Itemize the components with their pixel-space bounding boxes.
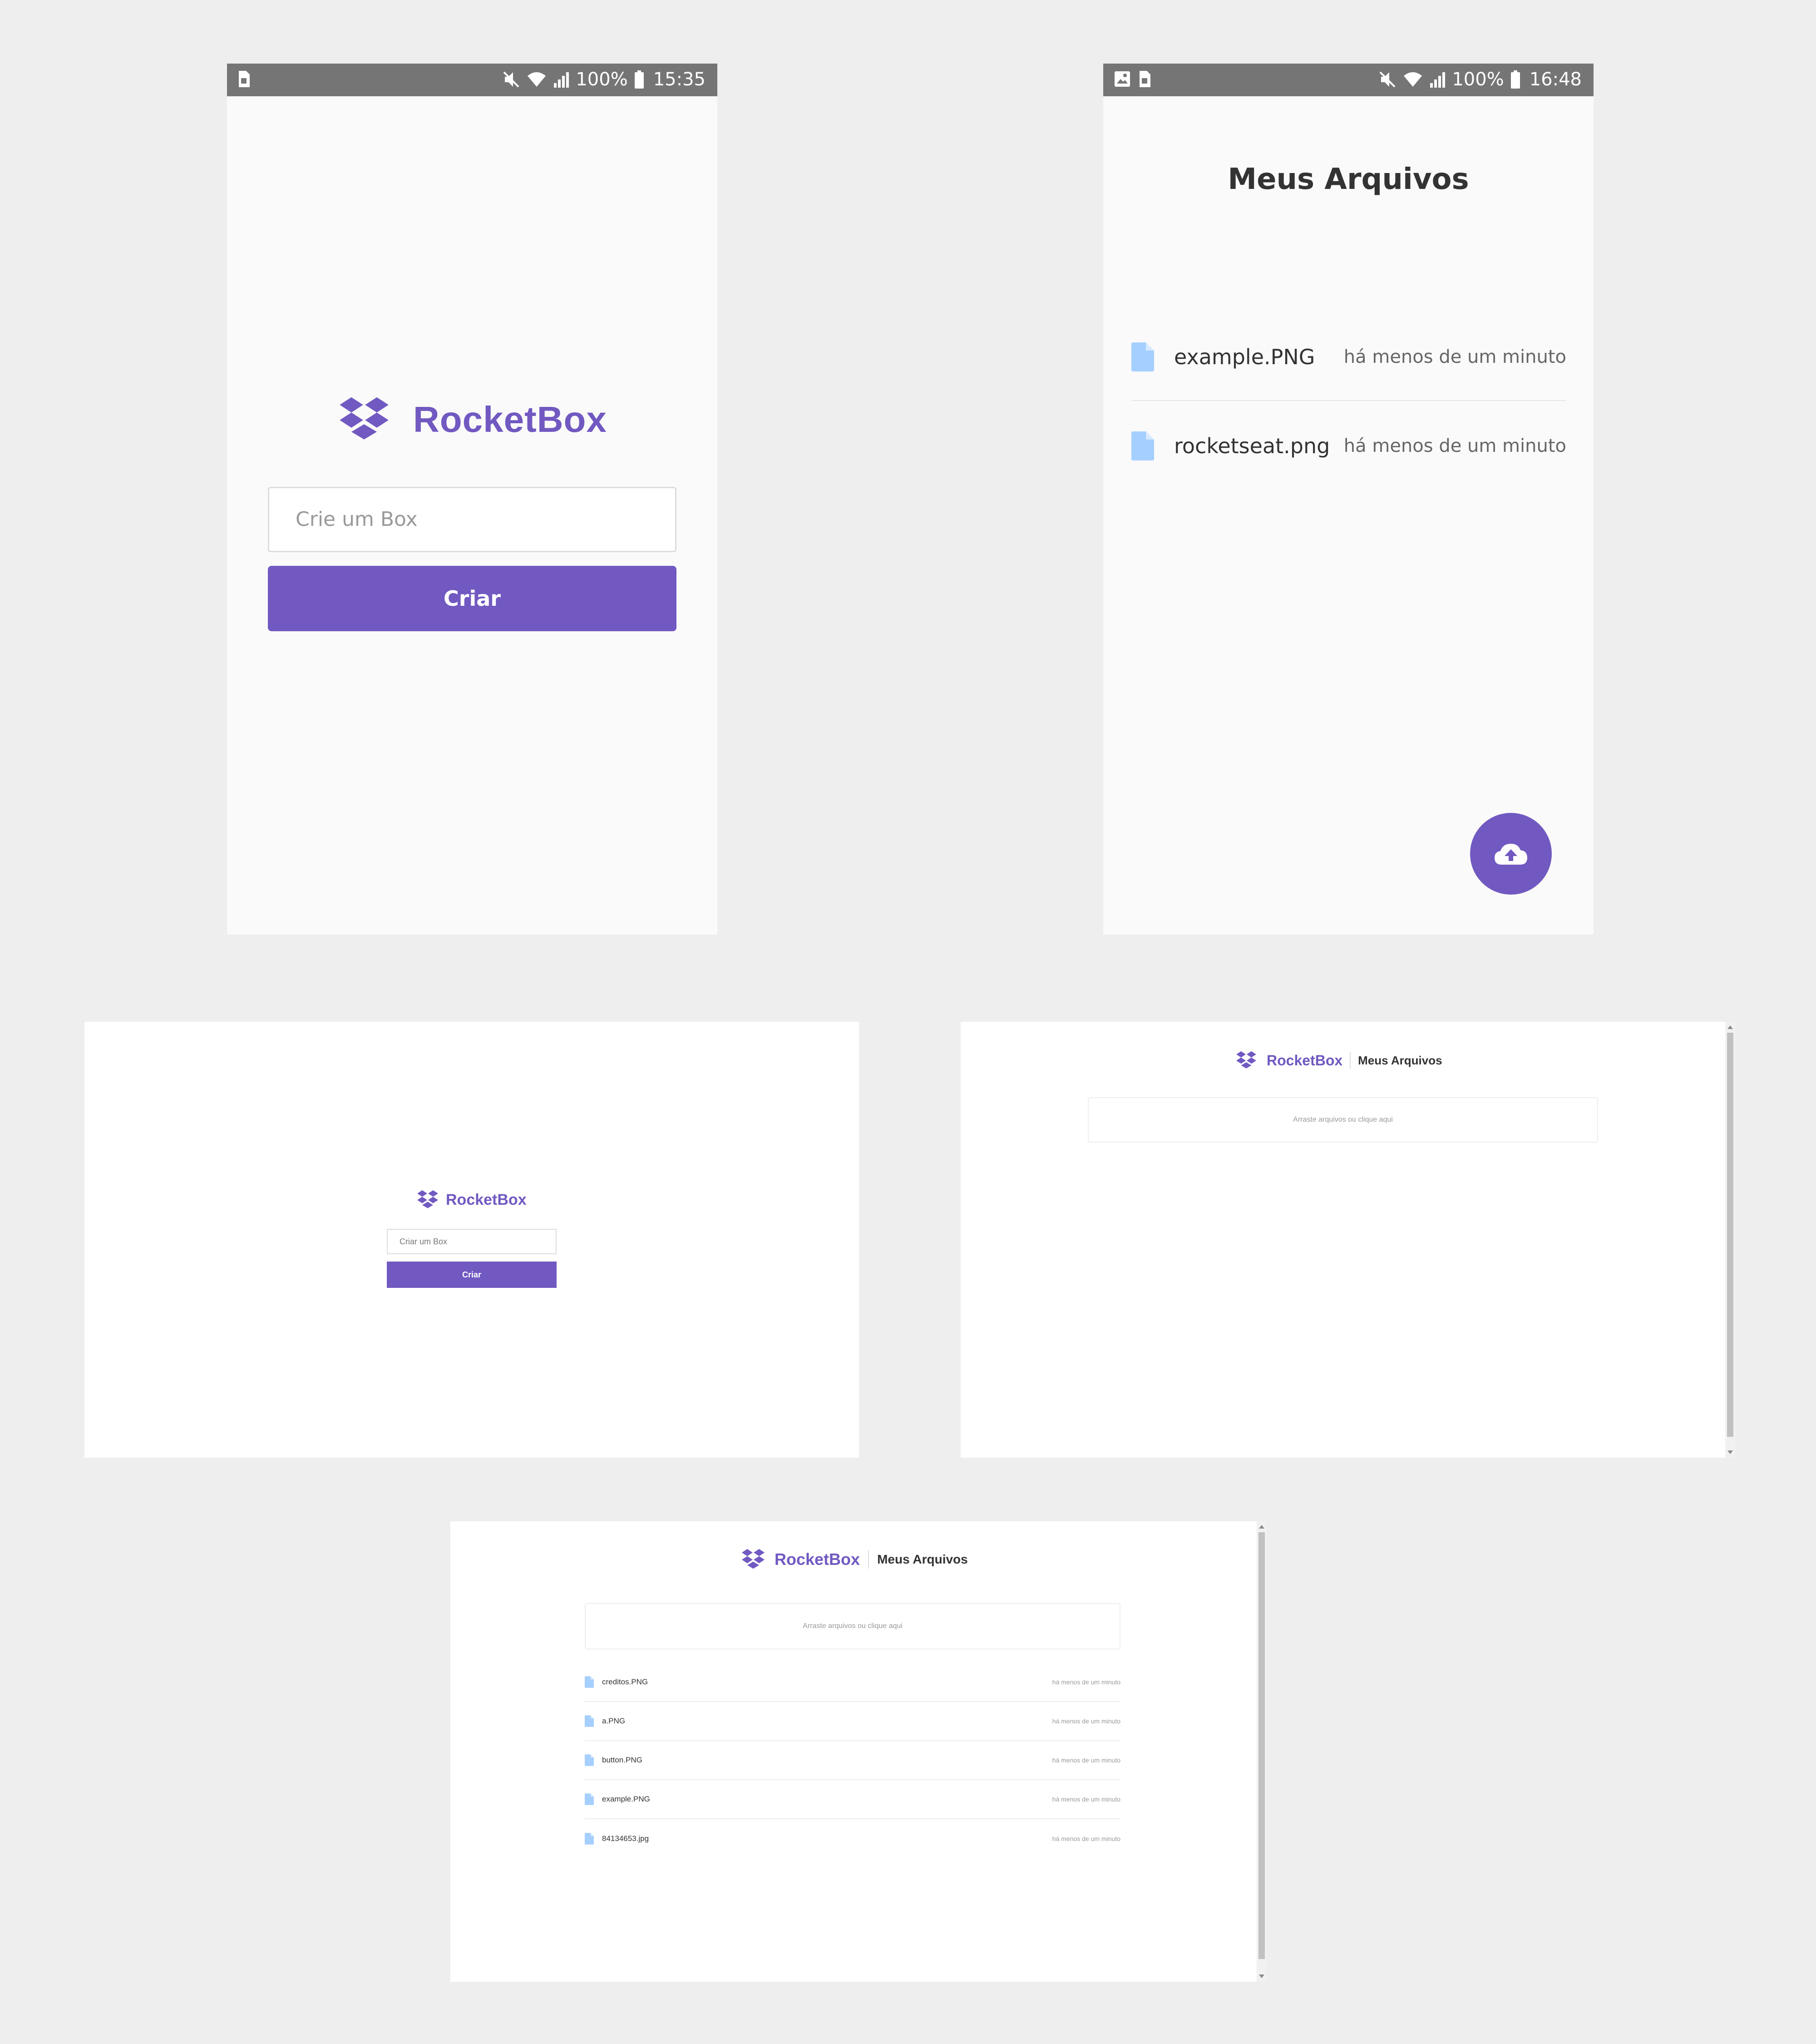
file-icon bbox=[585, 1715, 594, 1727]
wifi-icon bbox=[1404, 72, 1422, 87]
file-date: há menos de um minuto bbox=[1052, 1796, 1120, 1803]
file-name: creditos.PNG bbox=[602, 1678, 648, 1686]
status-bar: 100% 16:48 bbox=[1103, 64, 1594, 96]
file-icon bbox=[585, 1676, 594, 1688]
list-item[interactable]: 84134653.jpg há menos de um minuto bbox=[585, 1819, 1120, 1858]
status-bar: 100% 15:35 bbox=[227, 64, 717, 96]
mute-icon bbox=[1379, 71, 1396, 88]
file-icon bbox=[585, 1833, 594, 1845]
clock: 16:48 bbox=[1529, 69, 1582, 90]
file-icon bbox=[585, 1754, 594, 1766]
upload-dropzone[interactable]: Arraste arquivos ou clique aqui bbox=[585, 1603, 1120, 1649]
file-date: há menos de um minuto bbox=[1052, 1757, 1120, 1764]
list-item[interactable]: a.PNG há menos de um minuto bbox=[585, 1702, 1120, 1741]
mobile-login-screen: 100% 15:35 RocketBox Crie um Box Criar bbox=[227, 64, 717, 935]
dropbox-logo-icon bbox=[340, 397, 389, 440]
file-date: há menos de um minuto bbox=[1052, 1835, 1120, 1842]
dropzone-text: Arraste arquivos ou clique aqui bbox=[803, 1622, 903, 1630]
divider bbox=[1131, 400, 1566, 401]
file-name: example.PNG bbox=[602, 1795, 650, 1803]
file-date: há menos de um minuto bbox=[1343, 436, 1566, 456]
brand-logo: RocketBox bbox=[339, 396, 607, 443]
list-item[interactable]: rocketseat.png há menos de um minuto bbox=[1131, 430, 1566, 462]
brand-name: RocketBox bbox=[1267, 1052, 1343, 1069]
file-icon bbox=[1131, 431, 1154, 460]
page-title: Meus Arquivos bbox=[877, 1552, 968, 1566]
header: RocketBox Meus Arquivos bbox=[1236, 1051, 1442, 1070]
file-date: há menos de um minuto bbox=[1052, 1678, 1120, 1686]
sim-card-icon bbox=[1140, 71, 1150, 87]
scroll-down-arrow[interactable] bbox=[1727, 1450, 1733, 1454]
list-item[interactable]: creditos.PNG há menos de um minuto bbox=[585, 1663, 1120, 1702]
battery-percent: 100% bbox=[576, 69, 628, 90]
scroll-up-arrow[interactable] bbox=[1259, 1525, 1264, 1529]
scroll-down-arrow[interactable] bbox=[1259, 1975, 1264, 1978]
page-title: Meus Arquivos bbox=[1228, 163, 1469, 196]
dropzone-text: Arraste arquivos ou clique aqui bbox=[1293, 1116, 1393, 1123]
sim-card-icon bbox=[239, 71, 250, 87]
file-icon bbox=[585, 1793, 594, 1805]
file-name: button.PNG bbox=[602, 1756, 642, 1764]
dropbox-logo-icon bbox=[417, 1190, 438, 1208]
list-item[interactable]: example.PNG há menos de um minuto bbox=[585, 1780, 1120, 1819]
create-button[interactable]: Criar bbox=[268, 566, 676, 631]
header-separator bbox=[1350, 1052, 1351, 1069]
battery-icon bbox=[634, 70, 644, 89]
header: RocketBox Meus Arquivos bbox=[741, 1549, 968, 1570]
box-name-input[interactable]: Crie um Box bbox=[268, 487, 676, 552]
web-login-screen: RocketBox Criar um Box Criar bbox=[84, 1022, 859, 1458]
file-date: há menos de um minuto bbox=[1052, 1717, 1120, 1725]
scroll-up-arrow[interactable] bbox=[1727, 1025, 1733, 1029]
upload-dropzone[interactable]: Arraste arquivos ou clique aqui bbox=[1088, 1097, 1598, 1143]
page-title: Meus Arquivos bbox=[1358, 1053, 1442, 1067]
header-separator bbox=[868, 1550, 869, 1569]
file-name: rocketseat.png bbox=[1174, 434, 1330, 458]
file-icon bbox=[1131, 342, 1154, 371]
battery-percent: 100% bbox=[1452, 69, 1504, 90]
signal-icon bbox=[554, 72, 569, 88]
image-notification-icon bbox=[1115, 71, 1130, 87]
file-name: example.PNG bbox=[1174, 345, 1315, 369]
scrollbar-thumb[interactable] bbox=[1258, 1532, 1265, 1959]
wifi-icon bbox=[528, 72, 546, 87]
web-box-files-screen: RocketBox Meus Arquivos Arraste arquivos… bbox=[450, 1521, 1267, 1982]
list-item[interactable]: example.PNG há menos de um minuto bbox=[1131, 341, 1566, 373]
mobile-box-screen: 100% 16:48 Meus Arquivos example.PNG há … bbox=[1103, 64, 1594, 935]
brand-name: RocketBox bbox=[446, 1191, 527, 1208]
box-name-input[interactable]: Criar um Box bbox=[387, 1229, 557, 1254]
web-box-empty-screen: RocketBox Meus Arquivos Arraste arquivos… bbox=[961, 1022, 1735, 1458]
create-button[interactable]: Criar bbox=[387, 1262, 557, 1288]
mute-icon bbox=[503, 71, 519, 88]
clock: 15:35 bbox=[653, 69, 706, 90]
battery-icon bbox=[1510, 70, 1520, 89]
cloud-upload-icon bbox=[1495, 844, 1527, 865]
brand-name: RocketBox bbox=[775, 1550, 860, 1569]
brand-logo: RocketBox bbox=[417, 1190, 527, 1210]
dropbox-logo-icon bbox=[741, 1549, 765, 1569]
brand-name: RocketBox bbox=[413, 399, 607, 440]
file-date: há menos de um minuto bbox=[1343, 346, 1566, 367]
signal-icon bbox=[1430, 72, 1446, 88]
upload-button[interactable] bbox=[1470, 813, 1552, 895]
dropbox-logo-icon bbox=[1236, 1051, 1256, 1069]
scrollbar-thumb[interactable] bbox=[1727, 1033, 1733, 1437]
file-name: 84134653.jpg bbox=[602, 1834, 649, 1843]
file-name: a.PNG bbox=[602, 1717, 626, 1725]
list-item[interactable]: button.PNG há menos de um minuto bbox=[585, 1741, 1120, 1780]
